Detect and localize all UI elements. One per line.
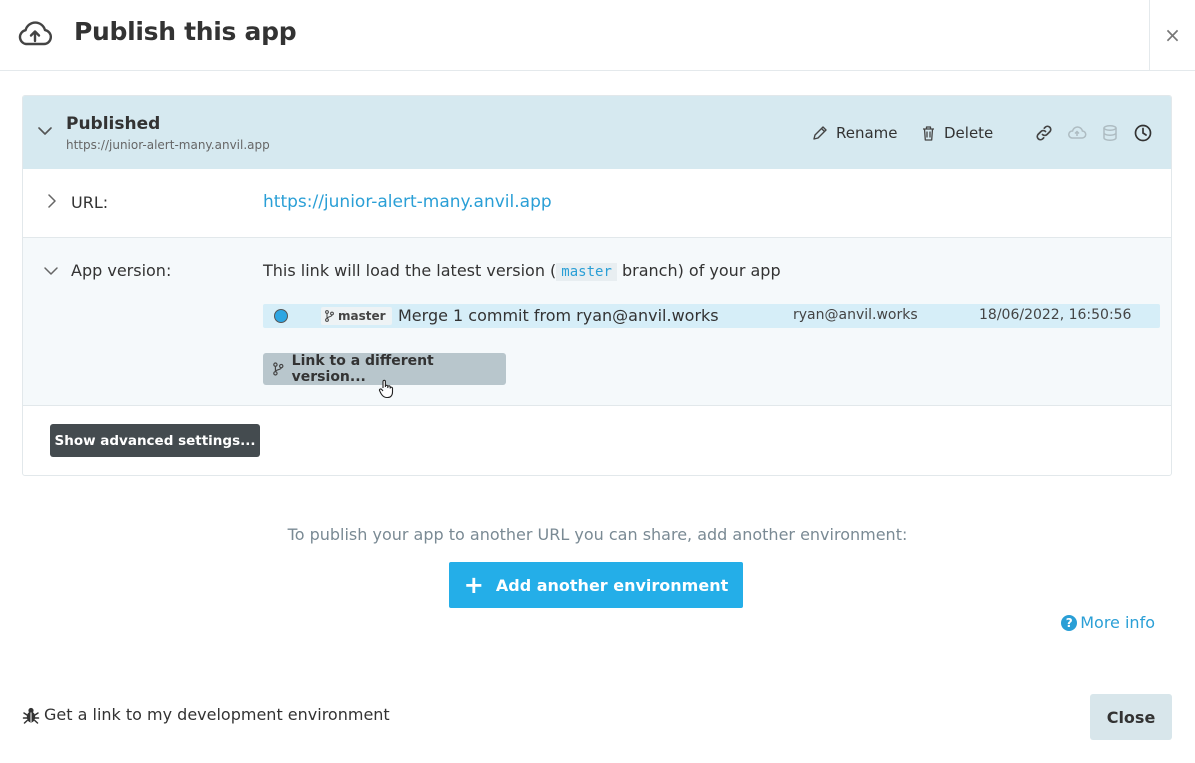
- database-icon: [1103, 125, 1117, 141]
- close-button[interactable]: Close: [1090, 694, 1172, 740]
- add-environment-label: Add another environment: [495, 575, 729, 595]
- url-label: URL:: [71, 193, 109, 212]
- commit-author: ryan@anvil.works: [793, 307, 918, 323]
- add-environment-hint: To publish your app to another URL you c…: [287, 525, 908, 544]
- commit-dot-icon: [274, 309, 288, 323]
- rename-button[interactable]: Rename: [812, 124, 898, 142]
- link-icon[interactable]: [1034, 123, 1054, 143]
- version-branch-code: master: [556, 263, 617, 281]
- git-branch-icon: [273, 362, 284, 376]
- environment-name: Published: [66, 114, 161, 134]
- version-desc-post: branch) of your app: [616, 261, 781, 280]
- app-url-link[interactable]: https://junior-alert-many.anvil.app: [263, 192, 552, 212]
- environment-panel: Published https://junior-alert-many.anvi…: [22, 95, 1172, 476]
- branch-badge: master: [321, 307, 392, 325]
- url-row: URL: https://junior-alert-many.anvil.app: [23, 169, 1171, 238]
- more-info-link[interactable]: ? More info: [1061, 613, 1155, 632]
- link-different-version-label: Link to a different version...: [291, 353, 434, 385]
- dev-environment-link[interactable]: Get a link to my development environment: [22, 705, 390, 724]
- chevron-down-icon[interactable]: [43, 263, 59, 279]
- commit-date: 18/06/2022, 16:50:56: [979, 307, 1132, 323]
- version-description: This link will load the latest version (…: [263, 261, 781, 281]
- rename-label: Rename: [836, 124, 898, 142]
- question-circle-icon: ?: [1061, 614, 1078, 631]
- hand-cursor-icon: [378, 379, 394, 399]
- chevron-down-icon[interactable]: [37, 123, 53, 139]
- dialog-title: Publish this app: [74, 17, 297, 46]
- dev-environment-label: Get a link to my development environment: [44, 705, 390, 724]
- deploy-icon: [1068, 126, 1087, 139]
- cloud-upload-icon: [18, 21, 53, 46]
- chevron-right-icon[interactable]: [45, 194, 59, 208]
- history-icon[interactable]: [1133, 123, 1153, 143]
- pencil-icon: [813, 126, 827, 140]
- commit-message: Merge 1 commit from ryan@anvil.works: [398, 306, 719, 325]
- branch-name: master: [338, 309, 386, 323]
- app-version-label: App version:: [71, 261, 172, 280]
- trash-icon: [923, 126, 934, 141]
- delete-label: Delete: [944, 124, 994, 142]
- commit-row[interactable]: master Merge 1 commit from ryan@anvil.wo…: [263, 304, 1160, 328]
- environment-header[interactable]: Published https://junior-alert-many.anvi…: [23, 96, 1171, 169]
- add-environment-button[interactable]: + Add another environment: [449, 562, 743, 608]
- show-advanced-settings-button[interactable]: Show advanced settings...: [50, 424, 260, 457]
- more-info-label: More info: [1080, 613, 1155, 632]
- close-icon[interactable]: ×: [1149, 0, 1195, 70]
- bug-icon: [22, 707, 40, 724]
- app-version-row: App version: This link will load the lat…: [23, 238, 1171, 406]
- plus-icon: +: [463, 571, 484, 599]
- version-desc-pre: This link will load the latest version (: [263, 261, 557, 280]
- dialog-header: Publish this app ×: [0, 0, 1195, 71]
- delete-button[interactable]: Delete: [921, 124, 993, 142]
- git-branch-icon: [325, 310, 334, 322]
- environment-url-subtitle: https://junior-alert-many.anvil.app: [66, 138, 270, 152]
